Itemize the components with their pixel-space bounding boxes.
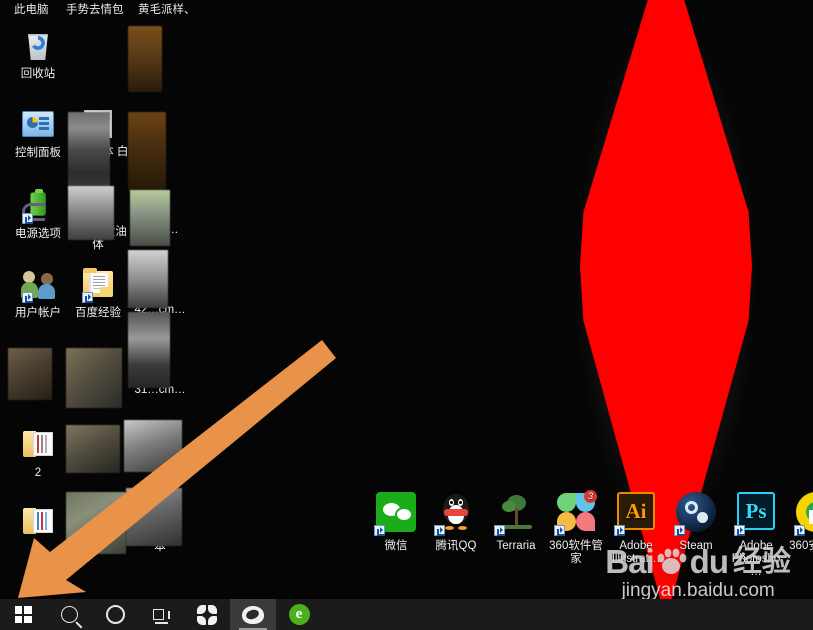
desktop-icon-label: 控制面板 [15, 147, 61, 159]
desktop-icon-wechat[interactable]: 微信 [366, 492, 426, 553]
shortcut-overlay-icon [494, 525, 505, 536]
users-icon [21, 271, 55, 303]
shortcut-overlay-icon [374, 525, 385, 536]
cortana-circle-icon [105, 605, 125, 624]
adobe-illustrator-icon: Ai [614, 492, 658, 536]
battery-icon [22, 189, 54, 224]
watermark-brand-bai: Bai [605, 543, 654, 580]
shortcut-overlay-icon [734, 525, 745, 536]
desktop-icon-360-software-mgr[interactable]: 3 360软件管家 [546, 490, 606, 566]
desktop-icon-label: 360软件管家 [549, 540, 603, 565]
desktop-icon-power-options[interactable]: 电源选项 [6, 188, 70, 241]
desktop-icon-label: 百度经验 [75, 307, 121, 319]
desktop-top-partial-labels: 此电脑 手势去情包 黄毛派样、 [0, 0, 813, 18]
top-partial-label-1: 手势去情包 [66, 4, 124, 16]
pinwheel-icon [197, 604, 217, 625]
search-icon [60, 606, 78, 623]
task-view-button[interactable] [138, 599, 184, 630]
baidu-watermark: Bai du 经验 jingyan.baidu.com [605, 545, 791, 602]
browser-360[interactable]: e [276, 599, 322, 630]
search-button[interactable] [46, 599, 92, 630]
top-partial-label-0: 此电脑 [14, 4, 49, 16]
desktop-icon-recycle-bin[interactable]: 回收站 [6, 30, 70, 81]
360-software-manager-icon: 3 [554, 490, 598, 536]
desktop[interactable]: 此电脑手势去情包黄毛派样、 回收站控制面板电源选项用户帐户23郑…油体 白线…郑… [0, 0, 813, 630]
desktop-icon-terraria[interactable]: Terraria [486, 492, 546, 553]
wechat-icon [374, 492, 418, 536]
shortcut-overlay-icon [82, 292, 93, 303]
terraria-icon [494, 492, 538, 536]
desktop-icon-label: Terraria [496, 540, 536, 552]
recycle-bin-icon [22, 32, 54, 64]
desktop-icon-baidu-jingyan[interactable]: 百度经验 [66, 268, 130, 320]
qq-penguin-icon [434, 492, 478, 536]
app-window-icon [242, 605, 264, 624]
desktop-icon-360-security[interactable]: 360安全… [786, 492, 813, 553]
watermark-suffix: 经验 [732, 545, 791, 578]
shortcut-overlay-icon [554, 525, 565, 536]
start-button[interactable] [0, 599, 46, 630]
browser-e-icon: e [288, 604, 310, 625]
desktop-icon-label: 电源选项 [15, 228, 61, 240]
desktop-icon-label: 腾讯QQ [435, 540, 477, 552]
windows-logo-icon [14, 606, 32, 623]
desktop-icon-control-panel[interactable]: 控制面板 [6, 108, 70, 160]
shortcut-overlay-icon [674, 525, 685, 536]
running-app[interactable] [230, 599, 276, 630]
paw-print-icon [657, 548, 687, 576]
desktop-icon-user-accounts[interactable]: 用户帐户 [6, 268, 70, 320]
folder-document-icon [82, 268, 114, 303]
top-partial-label-2: 黄毛派样、 [138, 4, 196, 16]
annotation-arrow [18, 340, 336, 598]
360-security-icon [794, 492, 813, 536]
shortcut-overlay-icon [794, 525, 805, 536]
shortcut-overlay-icon [434, 525, 445, 536]
pinwheel-app[interactable] [184, 599, 230, 630]
control-panel-icon [22, 111, 54, 143]
shortcut-overlay-icon [22, 292, 33, 303]
adobe-photoshop-icon: Ps [734, 492, 778, 536]
desktop-icon-label: 微信 [384, 540, 408, 552]
watermark-brand-du: du [689, 543, 729, 580]
cortana-button[interactable] [92, 599, 138, 630]
shortcut-overlay-icon [22, 213, 33, 224]
taskbar[interactable]: e [0, 599, 813, 630]
desktop-icon-label: 用户帐户 [15, 307, 61, 319]
desktop-icon-label: 回收站 [20, 68, 56, 80]
shortcut-overlay-icon [614, 525, 625, 536]
desktop-icon-tencent-qq[interactable]: 腾讯QQ [426, 492, 486, 553]
task-view-icon [152, 608, 170, 624]
steam-icon [674, 492, 718, 536]
